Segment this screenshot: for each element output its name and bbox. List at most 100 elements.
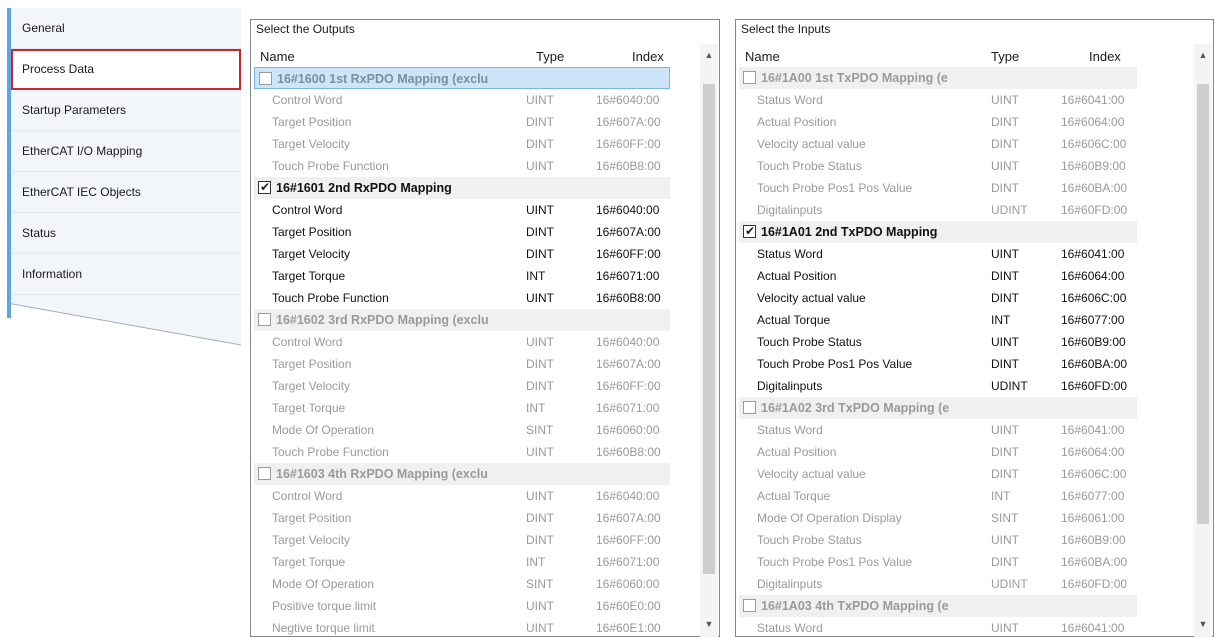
chevron-down-icon[interactable]: ▼ bbox=[704, 619, 714, 629]
nav-item-information[interactable]: Information bbox=[11, 254, 241, 295]
outputs-table-row[interactable]: Target Velocity DINT 16#60FF:00 bbox=[254, 529, 670, 551]
outputs-table-row[interactable]: Control Word UINT 16#6040:00 bbox=[254, 485, 670, 507]
inputs-table-row[interactable]: Touch Probe Pos1 Pos Value DINT 16#60BA:00 bbox=[739, 177, 1137, 199]
nav-item-process-data[interactable]: Process Data bbox=[11, 49, 241, 90]
outputs-table-row[interactable]: Target Velocity DINT 16#60FF:00 bbox=[254, 375, 670, 397]
inputs-column-index[interactable]: Index bbox=[1089, 49, 1121, 64]
row-type: INT bbox=[526, 401, 546, 415]
inputs-table-row[interactable]: Touch Probe Pos1 Pos Value DINT 16#60BA:00 bbox=[739, 551, 1137, 573]
outputs-table-row[interactable]: Mode Of Operation SINT 16#6060:00 bbox=[254, 573, 670, 595]
inputs-table-row[interactable]: Actual Position DINT 16#6064:00 bbox=[739, 265, 1137, 287]
row-name: Control Word bbox=[272, 93, 343, 107]
inputs-column-type[interactable]: Type bbox=[991, 49, 1019, 64]
outputs-table-row[interactable]: Target Position DINT 16#607A:00 bbox=[254, 353, 670, 375]
inputs-table-row[interactable]: Actual Torque INT 16#6077:00 bbox=[739, 485, 1137, 507]
checkbox-unchecked[interactable] bbox=[259, 72, 272, 85]
inputs-table-row[interactable]: Digitalinputs UDINT 16#60FD:00 bbox=[739, 375, 1137, 397]
inputs-table-row[interactable]: Touch Probe Status UINT 16#60B9:00 bbox=[739, 331, 1137, 353]
outputs-table-row[interactable]: Touch Probe Function UINT 16#60B8:00 bbox=[254, 287, 670, 309]
checkbox-unchecked[interactable] bbox=[258, 467, 271, 480]
nav-item-general[interactable]: General bbox=[11, 8, 241, 49]
inputs-column-name[interactable]: Name bbox=[745, 49, 780, 64]
row-name: Actual Position bbox=[757, 445, 837, 459]
outputs-table-row[interactable]: Control Word UINT 16#6040:00 bbox=[254, 331, 670, 353]
checkbox-checked[interactable]: ✔ bbox=[258, 180, 271, 194]
outputs-column-type[interactable]: Type bbox=[536, 49, 564, 64]
row-type: INT bbox=[991, 489, 1011, 503]
outputs-table-row[interactable]: Target Velocity DINT 16#60FF:00 bbox=[254, 243, 670, 265]
inputs-group-row[interactable]: 16#1A00 1st TxPDO Mapping (e bbox=[739, 67, 1137, 89]
row-type: UINT bbox=[526, 93, 554, 107]
checkbox-unchecked[interactable] bbox=[743, 401, 756, 414]
row-type: DINT bbox=[991, 181, 1019, 195]
inputs-table-row[interactable]: Status Word UINT 16#6041:00 bbox=[739, 617, 1137, 637]
inputs-table-row[interactable]: Status Word UINT 16#6041:00 bbox=[739, 419, 1137, 441]
outputs-table-row[interactable]: Target Velocity DINT 16#60FF:00 bbox=[254, 133, 670, 155]
checkbox-checked[interactable]: ✔ bbox=[743, 224, 756, 238]
outputs-table-row[interactable]: Control Word UINT 16#6040:00 bbox=[254, 199, 670, 221]
row-type: DINT bbox=[526, 247, 554, 261]
outputs-table-row[interactable]: Target Torque INT 16#6071:00 bbox=[254, 551, 670, 573]
outputs-group-row[interactable]: 16#1602 3rd RxPDO Mapping (exclu bbox=[254, 309, 670, 331]
inputs-table-row[interactable]: Actual Position DINT 16#6064:00 bbox=[739, 441, 1137, 463]
outputs-table-row[interactable]: Positive torque limit UINT 16#60E0:00 bbox=[254, 595, 670, 617]
outputs-table-row[interactable]: Target Torque INT 16#6071:00 bbox=[254, 397, 670, 419]
outputs-column-index[interactable]: Index bbox=[632, 49, 664, 64]
inputs-group-row[interactable]: 16#1A02 3rd TxPDO Mapping (e bbox=[739, 397, 1137, 419]
outputs-table-row[interactable]: Target Position DINT 16#607A:00 bbox=[254, 507, 670, 529]
outputs-group-row[interactable]: 16#1603 4th RxPDO Mapping (exclu bbox=[254, 463, 670, 485]
row-type: DINT bbox=[526, 511, 554, 525]
outputs-table-row[interactable]: Target Position DINT 16#607A:00 bbox=[254, 221, 670, 243]
inputs-table-row[interactable]: Velocity actual value DINT 16#606C:00 bbox=[739, 287, 1137, 309]
row-index: 16#6064:00 bbox=[1061, 115, 1125, 129]
inputs-table-row[interactable]: Status Word UINT 16#6041:00 bbox=[739, 243, 1137, 265]
inputs-table-row[interactable]: Touch Probe Pos1 Pos Value DINT 16#60BA:00 bbox=[739, 353, 1137, 375]
inputs-list[interactable]: Name Type Index 16#1A00 1st TxPDO Mappin… bbox=[737, 44, 1212, 637]
inputs-group-row[interactable]: ✔ 16#1A01 2nd TxPDO Mapping bbox=[739, 221, 1137, 243]
inputs-table-row[interactable]: Digitalinputs UDINT 16#60FD:00 bbox=[739, 199, 1137, 221]
outputs-column-name[interactable]: Name bbox=[260, 49, 295, 64]
row-type: UINT bbox=[991, 423, 1019, 437]
row-name: Target Torque bbox=[272, 555, 346, 569]
checkbox-unchecked[interactable] bbox=[743, 71, 756, 84]
chevron-up-icon[interactable]: ▲ bbox=[1198, 50, 1208, 60]
chevron-down-icon[interactable]: ▼ bbox=[1198, 619, 1208, 629]
nav-item-status[interactable]: Status bbox=[11, 213, 241, 254]
inputs-table-row[interactable]: Velocity actual value DINT 16#606C:00 bbox=[739, 133, 1137, 155]
inputs-table-row[interactable]: Status Word UINT 16#6041:00 bbox=[739, 89, 1137, 111]
row-type: DINT bbox=[991, 269, 1019, 283]
checkbox-unchecked[interactable] bbox=[743, 599, 756, 612]
outputs-table-row[interactable]: Control Word UINT 16#6040:00 bbox=[254, 89, 670, 111]
outputs-table-row[interactable]: Target Position DINT 16#607A:00 bbox=[254, 111, 670, 133]
inputs-table-row[interactable]: Mode Of Operation Display SINT 16#6061:00 bbox=[739, 507, 1137, 529]
inputs-table-row[interactable]: Actual Torque INT 16#6077:00 bbox=[739, 309, 1137, 331]
inputs-table-row[interactable]: Actual Position DINT 16#6064:00 bbox=[739, 111, 1137, 133]
outputs-table-row[interactable]: Touch Probe Function UINT 16#60B8:00 bbox=[254, 441, 670, 463]
row-type: DINT bbox=[991, 445, 1019, 459]
nav-item-startup-parameters[interactable]: Startup Parameters bbox=[11, 90, 241, 131]
inputs-table-row[interactable]: Digitalinputs UDINT 16#60FD:00 bbox=[739, 573, 1137, 595]
outputs-group-row[interactable]: 16#1600 1st RxPDO Mapping (exclu bbox=[254, 67, 670, 89]
nav-item-ethercat-io-mapping[interactable]: EtherCAT I/O Mapping bbox=[11, 131, 241, 172]
outputs-table-row[interactable]: Mode Of Operation SINT 16#6060:00 bbox=[254, 419, 670, 441]
inputs-scrollbar[interactable]: ▲ ▼ bbox=[1194, 44, 1212, 637]
outputs-group-row[interactable]: ✔ 16#1601 2nd RxPDO Mapping bbox=[254, 177, 670, 199]
row-name: Actual Torque bbox=[757, 313, 831, 327]
outputs-scrollbar[interactable]: ▲ ▼ bbox=[700, 44, 718, 637]
outputs-scroll-thumb[interactable] bbox=[703, 84, 715, 574]
outputs-list[interactable]: Name Type Index 16#1600 1st RxPDO Mappin… bbox=[252, 44, 718, 637]
row-type: UINT bbox=[991, 533, 1019, 547]
row-name: Positive torque limit bbox=[272, 599, 377, 613]
inputs-group-row[interactable]: 16#1A03 4th TxPDO Mapping (e bbox=[739, 595, 1137, 617]
checkbox-unchecked[interactable] bbox=[258, 313, 271, 326]
row-type: SINT bbox=[991, 511, 1019, 525]
nav-item-ethercat-iec-objects[interactable]: EtherCAT IEC Objects bbox=[11, 172, 241, 213]
outputs-table-row[interactable]: Touch Probe Function UINT 16#60B8:00 bbox=[254, 155, 670, 177]
inputs-table-row[interactable]: Touch Probe Status UINT 16#60B9:00 bbox=[739, 155, 1137, 177]
chevron-up-icon[interactable]: ▲ bbox=[704, 50, 714, 60]
inputs-scroll-thumb[interactable] bbox=[1197, 84, 1209, 524]
inputs-table-row[interactable]: Velocity actual value DINT 16#606C:00 bbox=[739, 463, 1137, 485]
outputs-table-row[interactable]: Target Torque INT 16#6071:00 bbox=[254, 265, 670, 287]
outputs-table-row[interactable]: Negtive torque limit UINT 16#60E1:00 bbox=[254, 617, 670, 637]
inputs-table-row[interactable]: Touch Probe Status UINT 16#60B9:00 bbox=[739, 529, 1137, 551]
